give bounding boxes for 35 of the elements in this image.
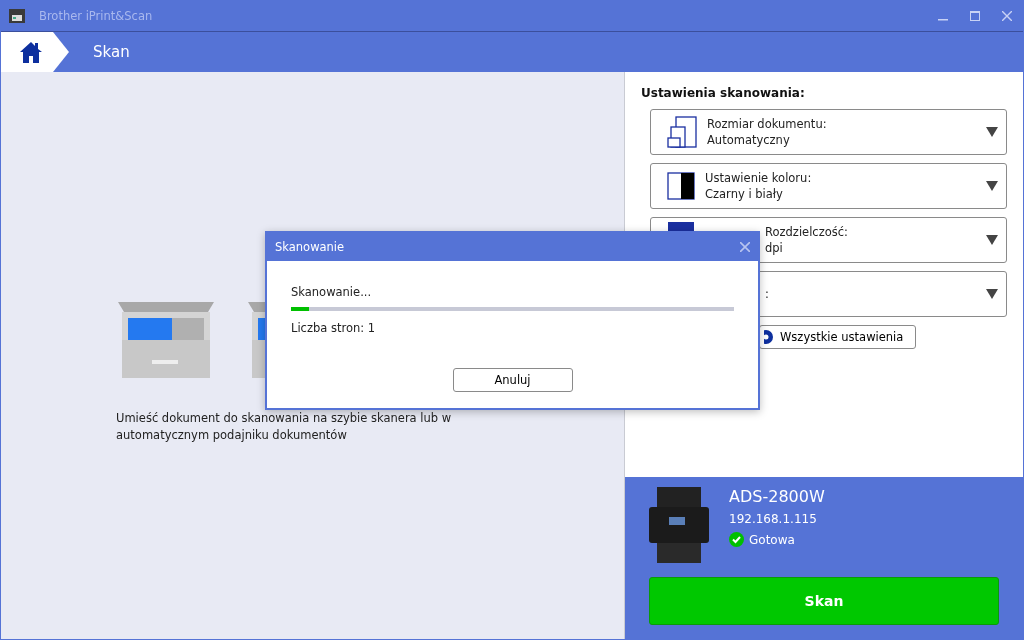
- device-ip: 192.168.1.115: [729, 512, 818, 526]
- home-icon: [19, 41, 43, 63]
- caret-icon: [986, 235, 998, 245]
- contrast-icon: [667, 172, 695, 200]
- all-settings-button[interactable]: Wszystkie ustawienia: [759, 325, 917, 349]
- progress-message: Skanowanie...: [291, 285, 373, 299]
- page-count: Liczba stron: 1: [291, 321, 377, 335]
- caret-icon: [986, 289, 998, 299]
- gear-icon: [764, 329, 774, 345]
- close-icon[interactable]: [740, 242, 750, 252]
- minimize-icon: [938, 19, 948, 21]
- page-title: Skan: [93, 43, 130, 61]
- maximize-icon: [970, 11, 980, 21]
- setting-value: Automatyczny: [707, 133, 791, 147]
- setting-label: :: [765, 287, 769, 301]
- setting-label: Ustawienie koloru:: [705, 171, 812, 185]
- setting-label: Rozmiar dokumentu:: [707, 117, 827, 131]
- caret-icon: [986, 181, 998, 191]
- page-size-icon: [667, 116, 697, 148]
- setting-dropdown[interactable]: Rozmiar dokumentu: Automatyczny: [650, 109, 1007, 155]
- setting-value: dpi: [765, 241, 784, 255]
- caret-icon: [986, 127, 998, 137]
- instruction-text: Umieść dokument do skanowania na szybie skanera lub w automatycznym podajniku dokumentów: [116, 410, 453, 444]
- settings-heading: Ustawienia skanowania:: [641, 86, 806, 100]
- home-button[interactable]: [1, 32, 69, 72]
- window-title: Brother iPrint&Scan: [39, 9, 153, 23]
- printer-icon: [9, 9, 25, 23]
- cancel-button[interactable]: Anuluj: [452, 368, 573, 392]
- setting-label: Rozdzielczość:: [765, 225, 848, 239]
- dialog-title: Skanowanie: [275, 240, 345, 254]
- setting-value: Czarny i biały: [705, 187, 784, 201]
- device-model: ADS-2800W: [729, 487, 825, 506]
- close-icon: [1002, 11, 1012, 21]
- setting-dropdown[interactable]: Ustawienie koloru: Czarny i biały: [650, 163, 1007, 209]
- device-status: Gotowa: [749, 532, 795, 547]
